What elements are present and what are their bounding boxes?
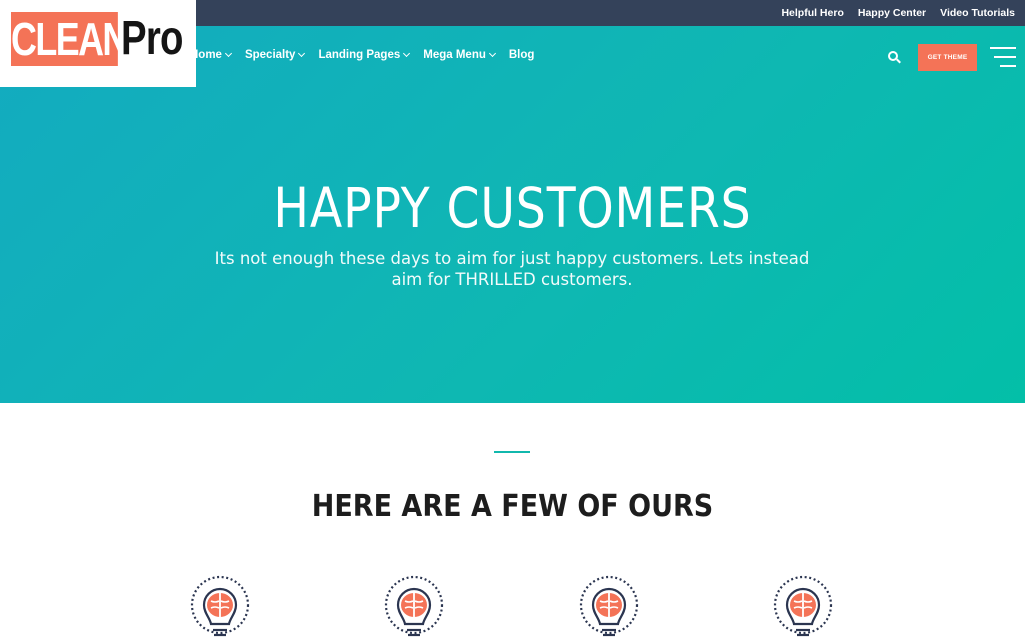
nav-item-label: Specialty	[244, 49, 296, 61]
brain-bulb-icon	[579, 575, 639, 637]
nav-item-landing-pages[interactable]: Landing Pages	[318, 49, 411, 61]
happy-center-link[interactable]: Happy Center	[858, 7, 926, 19]
brain-bulb-icon	[190, 575, 250, 637]
hero-title: HAPPY CUSTOMERS	[273, 176, 752, 240]
brain-bulb-icon	[773, 575, 833, 637]
section-title: HERE ARE A FEW OF OURS	[311, 489, 714, 524]
nav-item-label: Landing Pages	[318, 49, 401, 61]
nav-item-home[interactable]: Home	[190, 49, 232, 61]
chevron-down-icon	[403, 49, 411, 58]
chevron-down-icon	[488, 49, 496, 58]
nav-item-label: Blog	[508, 49, 535, 61]
nav-item-label: Mega Menu	[423, 49, 486, 61]
logo-clean-text: CLEAN	[11, 12, 128, 66]
hero-subtitle: Its not enough these days to aim for jus…	[214, 249, 810, 289]
search-icon[interactable]	[888, 51, 901, 64]
helpful-hero-link[interactable]: Helpful Hero	[781, 7, 843, 19]
feature-icons-row	[0, 574, 1025, 641]
section-divider	[494, 451, 530, 453]
get-theme-button[interactable]: GET THEME	[918, 44, 977, 71]
logo[interactable]: CLEAN Pro	[0, 0, 196, 87]
nav-item-blog[interactable]: Blog	[509, 49, 535, 61]
main-nav: Home Specialty Landing Pages Mega Menu B…	[190, 49, 534, 61]
nav-item-mega-menu[interactable]: Mega Menu	[423, 49, 496, 61]
video-tutorials-link[interactable]: Video Tutorials	[940, 7, 1015, 19]
nav-item-specialty[interactable]: Specialty	[244, 49, 306, 61]
logo-pro-text: Pro	[121, 12, 183, 65]
menu-icon[interactable]	[990, 47, 1016, 69]
chevron-down-icon	[298, 49, 306, 58]
chevron-down-icon	[224, 49, 232, 58]
brain-bulb-icon	[384, 575, 444, 637]
